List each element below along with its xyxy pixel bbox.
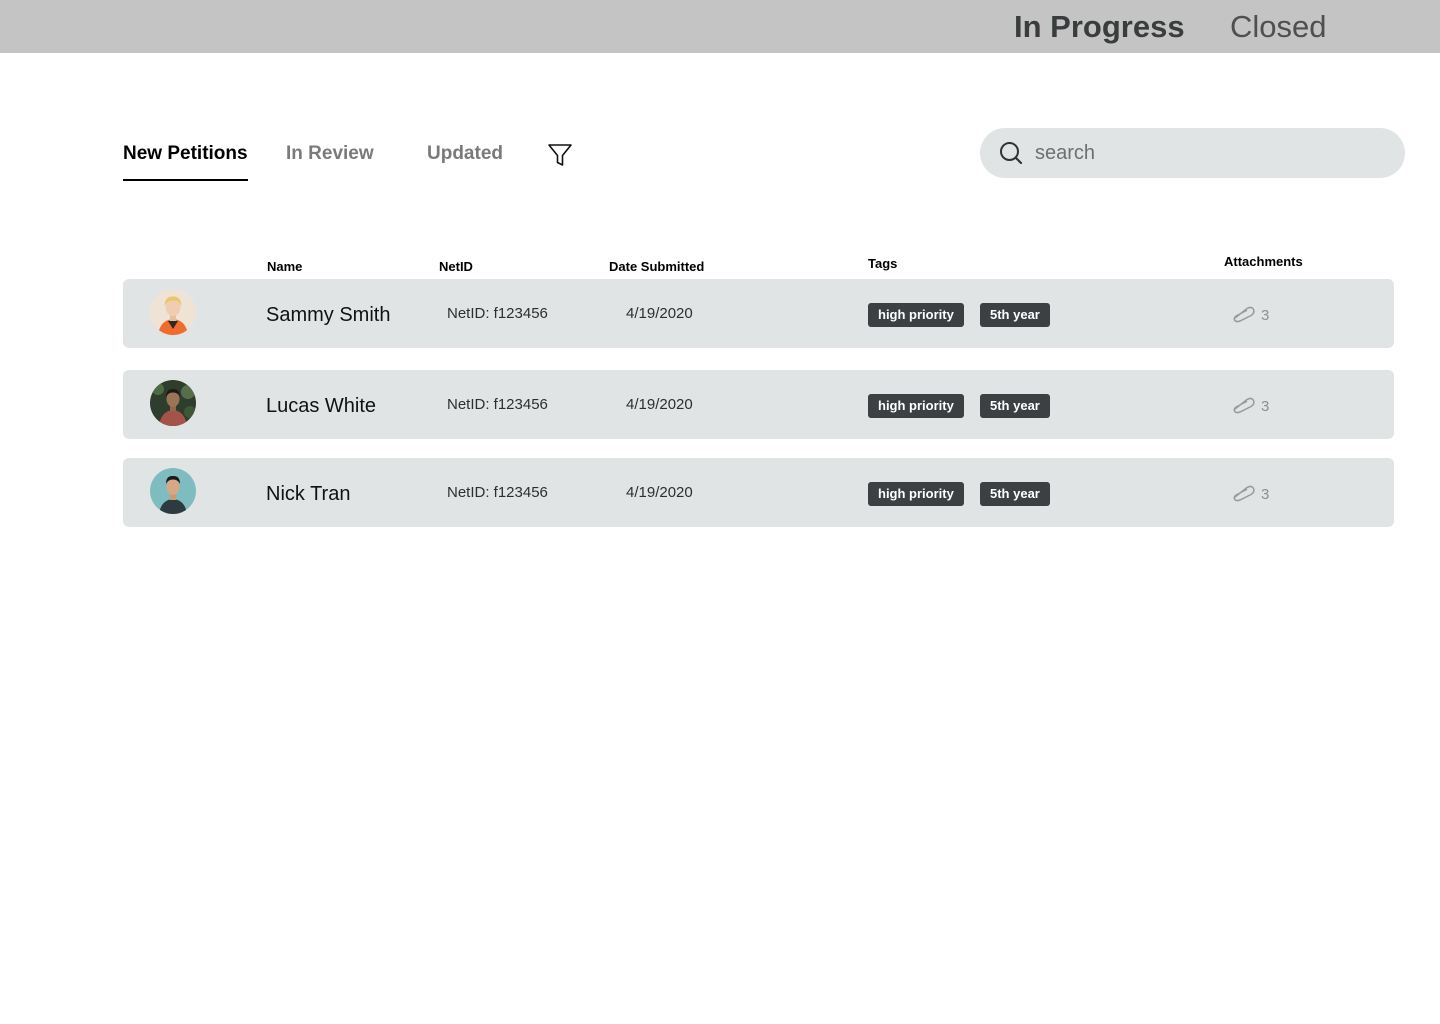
netid-value: NetID: f123456 xyxy=(447,396,548,413)
tag-badge[interactable]: high priority xyxy=(868,482,964,506)
top-tab-in-progress[interactable]: In Progress xyxy=(1014,8,1185,46)
netid-value: NetID: f123456 xyxy=(447,305,548,322)
paperclip-icon[interactable] xyxy=(1230,396,1256,414)
table-row[interactable]: Lucas White NetID: f123456 4/19/2020 hig… xyxy=(123,370,1394,439)
date-submitted-value: 4/19/2020 xyxy=(626,396,693,413)
attachment-count: 3 xyxy=(1261,486,1270,503)
tab-in-review[interactable]: In Review xyxy=(286,142,374,166)
column-header-tags[interactable]: Tags xyxy=(868,256,897,272)
attachment-count: 3 xyxy=(1261,398,1270,415)
search-bar xyxy=(980,128,1405,178)
top-tab-closed[interactable]: Closed xyxy=(1230,8,1327,46)
table-row[interactable]: Nick Tran NetID: f123456 4/19/2020 high … xyxy=(123,458,1394,527)
column-header-name[interactable]: Name xyxy=(267,259,302,275)
filter-icon[interactable] xyxy=(546,141,574,169)
attachment-count: 3 xyxy=(1261,307,1270,324)
tab-new-petitions[interactable]: New Petitions xyxy=(123,142,248,166)
active-tab-underline xyxy=(123,179,248,181)
tag-badge[interactable]: 5th year xyxy=(980,394,1050,418)
tag-badge[interactable]: 5th year xyxy=(980,482,1050,506)
petitioner-name: Nick Tran xyxy=(266,483,351,505)
tab-updated[interactable]: Updated xyxy=(427,142,503,166)
avatar xyxy=(150,468,196,514)
tag-badge[interactable]: high priority xyxy=(868,303,964,327)
search-icon[interactable] xyxy=(998,140,1024,166)
date-submitted-value: 4/19/2020 xyxy=(626,484,693,501)
avatar xyxy=(150,289,196,335)
top-nav-bar: In Progress Closed xyxy=(0,0,1440,53)
column-header-attachments[interactable]: Attachments xyxy=(1224,254,1303,270)
petitioner-name: Sammy Smith xyxy=(266,304,391,326)
netid-value: NetID: f123456 xyxy=(447,484,548,501)
column-header-netid[interactable]: NetID xyxy=(439,259,473,275)
date-submitted-value: 4/19/2020 xyxy=(626,305,693,322)
tag-badge[interactable]: 5th year xyxy=(980,303,1050,327)
paperclip-icon[interactable] xyxy=(1230,484,1256,502)
paperclip-icon[interactable] xyxy=(1230,305,1256,323)
search-input[interactable] xyxy=(1035,136,1385,170)
column-header-date-submitted[interactable]: Date Submitted xyxy=(609,259,704,275)
avatar xyxy=(150,380,196,426)
table-row[interactable]: Sammy Smith NetID: f123456 4/19/2020 hig… xyxy=(123,279,1394,348)
tag-badge[interactable]: high priority xyxy=(868,394,964,418)
petitioner-name: Lucas White xyxy=(266,395,377,417)
